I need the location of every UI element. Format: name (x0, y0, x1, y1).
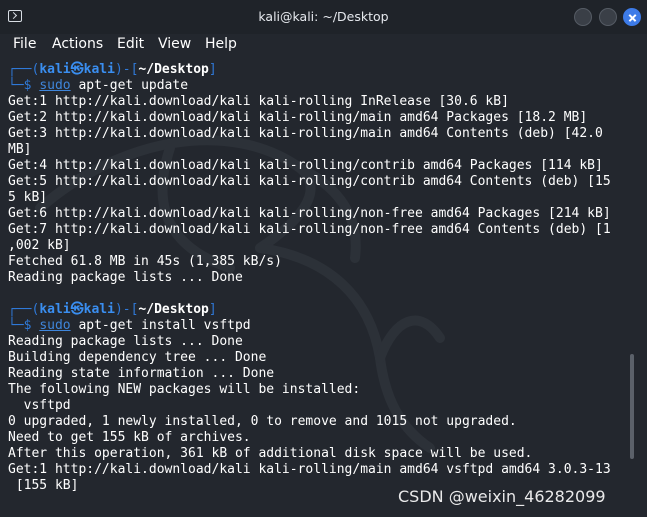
menu-actions[interactable]: Actions (52, 36, 103, 52)
prompt-frame: ┌──( (8, 62, 40, 77)
csdn-watermark: CSDN @weixin_46282099 (398, 487, 606, 506)
title-bar: kali@kali: ~/Desktop (0, 0, 647, 34)
output-line: 0 upgraded, 1 newly installed, 0 to remo… (8, 414, 517, 429)
menu-bar: File Actions Edit View Help (0, 34, 647, 58)
command-sudo: sudo (39, 78, 71, 93)
output-line: After this operation, 361 kB of addition… (8, 446, 533, 461)
output-line: Get:1 http://kali.download/kali kali-rol… (8, 94, 509, 109)
output-line: vsftpd (8, 398, 71, 413)
prompt-directory: ~/Desktop (138, 62, 209, 77)
command-text: apt-get install vsftpd (70, 318, 251, 333)
prompt-user: kali㉿kali (39, 302, 115, 317)
output-line: Get:7 http://kali.download/kali kali-rol… (8, 222, 611, 237)
command-line-1: └─$ sudo apt-get update (8, 78, 628, 94)
prompt-frame: )-[ (114, 62, 139, 77)
command-text: apt-get update (70, 78, 189, 93)
prompt-line-1: ┌──(kali㉿kali)-[~/Desktop] (8, 62, 628, 78)
output-line: ,002 kB] (8, 238, 71, 253)
output-line: Building dependency tree ... Done (8, 350, 267, 365)
terminal-output-area[interactable]: ┌──(kali㉿kali)-[~/Desktop] └─$ sudo apt-… (0, 58, 647, 517)
minimize-button[interactable] (574, 8, 592, 26)
output-line: Get:5 http://kali.download/kali kali-rol… (8, 174, 611, 189)
prompt-arrow: └─$ (8, 78, 40, 93)
prompt-line-2: ┌──(kali㉿kali)-[~/Desktop] (8, 302, 628, 318)
output-line: Fetched 61.8 MB in 45s (1,385 kB/s) (8, 254, 282, 269)
prompt-arrow: └─$ (8, 318, 40, 333)
prompt-frame: ] (208, 302, 217, 317)
command-line-2: └─$ sudo apt-get install vsftpd (8, 318, 628, 334)
output-line: Get:1 http://kali.download/kali kali-rol… (8, 462, 611, 477)
close-button[interactable] (623, 8, 641, 26)
output-line: Reading package lists ... Done (8, 334, 243, 349)
menu-help[interactable]: Help (205, 36, 237, 52)
output-line: Reading state information ... Done (8, 366, 275, 381)
maximize-button[interactable] (599, 8, 617, 26)
prompt-frame: ] (208, 62, 217, 77)
output-line: Get:3 http://kali.download/kali kali-rol… (8, 126, 603, 141)
terminal-window: kali@kali: ~/Desktop File Actions Edit V… (0, 0, 647, 517)
output-line: Get:2 http://kali.download/kali kali-rol… (8, 110, 588, 125)
output-line: 5 kB] (8, 190, 48, 205)
prompt-frame: ┌──( (8, 302, 40, 317)
output-line: The following NEW packages will be insta… (8, 382, 361, 397)
output-line: MB] (8, 142, 32, 157)
prompt-directory: ~/Desktop (138, 302, 209, 317)
output-line: Reading package lists ... Done (8, 270, 243, 285)
command-sudo: sudo (39, 318, 71, 333)
prompt-user: kali㉿kali (39, 62, 115, 77)
output-line: Get:6 http://kali.download/kali kali-rol… (8, 206, 611, 221)
window-title: kali@kali: ~/Desktop (258, 9, 389, 24)
prompt-frame: )-[ (114, 302, 139, 317)
vertical-scrollbar[interactable] (630, 354, 634, 459)
terminal-lines: ┌──(kali㉿kali)-[~/Desktop] └─$ sudo apt-… (8, 62, 628, 494)
output-line: Need to get 155 kB of archives. (8, 430, 251, 445)
output-line: Get:4 http://kali.download/kali kali-rol… (8, 158, 603, 173)
menu-view[interactable]: View (158, 36, 191, 52)
menu-edit[interactable]: Edit (117, 36, 144, 52)
menu-file[interactable]: File (13, 36, 36, 52)
